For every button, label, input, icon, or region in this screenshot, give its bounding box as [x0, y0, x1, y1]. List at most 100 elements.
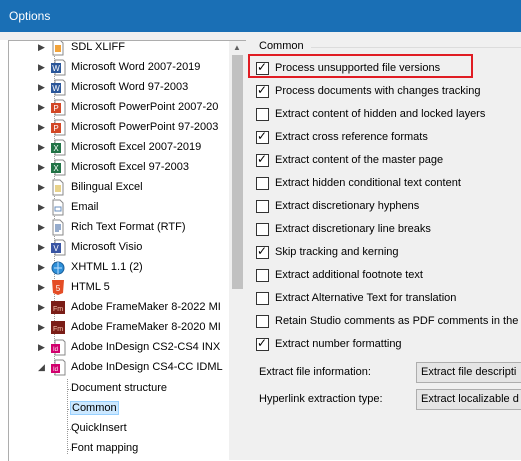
option-row[interactable]: ✓ Process documents with changes tracking [256, 82, 521, 102]
svg-text:5: 5 [56, 284, 61, 293]
collapsed-chevron-icon[interactable]: ▶ [38, 122, 45, 133]
framemaker-file-icon: Fm [50, 319, 66, 336]
checkbox[interactable]: ✓ [256, 336, 269, 351]
tree-scrollbar[interactable]: ▲ [229, 41, 246, 460]
collapsed-chevron-icon[interactable]: ▶ [38, 242, 45, 253]
tree-child-item[interactable]: Document structure [9, 379, 234, 399]
svg-text:Fm: Fm [53, 306, 63, 313]
option-row[interactable]: ✓ Skip tracking and kerning [256, 243, 521, 263]
option-row[interactable]: Extract content of hidden and locked lay… [256, 105, 521, 125]
collapsed-chevron-icon[interactable]: ▶ [38, 142, 45, 153]
tree-item[interactable]: ▶ V Microsoft Visio [9, 238, 234, 258]
option-label: Extract discretionary line breaks [275, 223, 431, 235]
tree-item[interactable]: ◢ Id Adobe InDesign CS4-CC IDML [9, 358, 234, 378]
collapsed-chevron-icon[interactable]: ▶ [38, 262, 45, 273]
checkbox[interactable] [256, 108, 269, 121]
tree-item-label: Microsoft Word 2007-2019 [71, 61, 201, 73]
tree-child-item[interactable]: Font mapping [9, 439, 234, 459]
checkbox[interactable]: ✓ [256, 244, 269, 259]
checkbox[interactable] [256, 292, 269, 305]
tree-item-label: Adobe InDesign CS2-CS4 INX [71, 341, 221, 353]
checkmark-icon: ✓ [257, 244, 268, 258]
framemaker-file-icon: Fm [50, 299, 66, 316]
option-row[interactable]: Extract additional footnote text [256, 266, 521, 286]
tree-item[interactable]: ▶ X Microsoft Excel 2007-2019 [9, 138, 234, 158]
option-row[interactable]: Retain Studio comments as PDF comments i… [256, 312, 521, 332]
hyperlink-dropdown[interactable]: Extract localizable d [416, 389, 521, 410]
tree-item[interactable]: ▶ P Microsoft PowerPoint 2007-20 [9, 98, 234, 118]
scroll-thumb[interactable] [232, 55, 243, 289]
checkbox[interactable] [256, 315, 269, 328]
tree-item[interactable]: ▶ X Microsoft Excel 97-2003 [9, 158, 234, 178]
tree-item[interactable]: ▶ Fm Adobe FrameMaker 8-2020 MI [9, 318, 234, 338]
option-row[interactable]: Extract Alternative Text for translation [256, 289, 521, 309]
collapsed-chevron-icon[interactable]: ▶ [38, 82, 45, 93]
visio-file-icon: V [50, 239, 66, 256]
tree-item[interactable]: ▶ Rich Text Format (RTF) [9, 218, 234, 238]
tree-item[interactable]: ▶ P Microsoft PowerPoint 97-2003 [9, 118, 234, 138]
xliff-file-icon [50, 41, 66, 56]
tree-item-label: SDL XLIFF [71, 41, 125, 53]
collapsed-chevron-icon[interactable]: ▶ [38, 222, 45, 233]
html5-file-icon: 5 [50, 279, 66, 296]
tree-item[interactable]: ▶ Email [9, 198, 234, 218]
excel-file-icon: X [50, 139, 66, 156]
tree-child-label: Font mapping [71, 442, 139, 454]
checkbox[interactable]: ✓ [256, 152, 269, 167]
collapsed-chevron-icon[interactable]: ▶ [38, 62, 45, 73]
tree-item-label: Microsoft Excel 2007-2019 [71, 141, 202, 153]
word-file-icon: W [50, 59, 66, 76]
collapsed-chevron-icon[interactable]: ▶ [38, 342, 45, 353]
tree-item[interactable]: ▶ W Microsoft Word 2007-2019 [9, 58, 234, 78]
collapsed-chevron-icon[interactable]: ▶ [38, 302, 45, 313]
checkbox[interactable]: ✓ [256, 129, 269, 144]
tree-item[interactable]: ▶ W Microsoft Word 97-2003 [9, 78, 234, 98]
svg-text:X: X [53, 164, 59, 173]
collapsed-chevron-icon[interactable]: ▶ [38, 282, 45, 293]
checkbox[interactable] [256, 177, 269, 190]
collapsed-chevron-icon[interactable]: ▶ [38, 42, 45, 53]
option-label: Extract number formatting [275, 338, 402, 350]
tree-item-label: Microsoft Visio [71, 241, 143, 253]
collapsed-chevron-icon[interactable]: ▶ [38, 102, 45, 113]
tree-item[interactable]: ▶ XHTML 1.1 (2) [9, 258, 234, 278]
collapsed-chevron-icon[interactable]: ▶ [38, 202, 45, 213]
scroll-up-icon[interactable]: ▲ [233, 43, 241, 52]
option-row[interactable]: ✓ Extract number formatting [256, 335, 521, 355]
tree-child-label: QuickInsert [71, 422, 127, 434]
checkbox[interactable] [256, 269, 269, 282]
option-row[interactable]: Extract hidden conditional text content [256, 174, 521, 194]
tree-item-label: Adobe InDesign CS4-CC IDML [71, 361, 223, 373]
checkbox[interactable]: ✓ [256, 83, 269, 98]
option-row[interactable]: ✓ Extract cross reference formats [256, 128, 521, 148]
tree-item-label: HTML 5 [71, 281, 110, 293]
indesign-file-icon: Id [50, 339, 66, 356]
checkbox[interactable] [256, 223, 269, 236]
tree-item-label: Microsoft PowerPoint 97-2003 [71, 121, 219, 133]
svg-text:W: W [52, 84, 60, 93]
tree-child-item[interactable]: QuickInsert [9, 419, 234, 439]
group-title: Common [259, 40, 304, 52]
collapsed-chevron-icon[interactable]: ▶ [38, 322, 45, 333]
expanded-chevron-icon[interactable]: ◢ [38, 362, 45, 373]
tree-item[interactable]: ▶ Bilingual Excel [9, 178, 234, 198]
option-row[interactable]: Extract discretionary hyphens [256, 197, 521, 217]
file-info-dropdown[interactable]: Extract file descripti [416, 362, 521, 383]
tree-item[interactable]: ▶ Id Adobe InDesign CS2-CS4 INX [9, 338, 234, 358]
svg-text:Id: Id [53, 347, 58, 353]
tree-item-label: Adobe FrameMaker 8-2020 MI [71, 321, 221, 333]
tree-item[interactable]: ▶ 5 HTML 5 [9, 278, 234, 298]
options-tree[interactable]: ▶ SDL XLIFF ▶ W Microsoft Word 2007-2019 ▶ W Mi… [8, 40, 247, 461]
collapsed-chevron-icon[interactable]: ▶ [38, 182, 45, 193]
option-label: Extract hidden conditional text content [275, 177, 461, 189]
tree-child-item[interactable]: Common [9, 399, 234, 419]
option-row[interactable]: Extract discretionary line breaks [256, 220, 521, 240]
option-label: Process documents with changes tracking [275, 85, 481, 97]
checkbox[interactable] [256, 200, 269, 213]
svg-text:Fm: Fm [53, 326, 63, 333]
tree-item[interactable]: ▶ Fm Adobe FrameMaker 8-2022 MI [9, 298, 234, 318]
tree-item[interactable]: ▶ SDL XLIFF [9, 41, 234, 58]
collapsed-chevron-icon[interactable]: ▶ [38, 162, 45, 173]
file-info-value: Extract file descripti [421, 366, 517, 378]
option-row[interactable]: ✓ Extract content of the master page [256, 151, 521, 171]
